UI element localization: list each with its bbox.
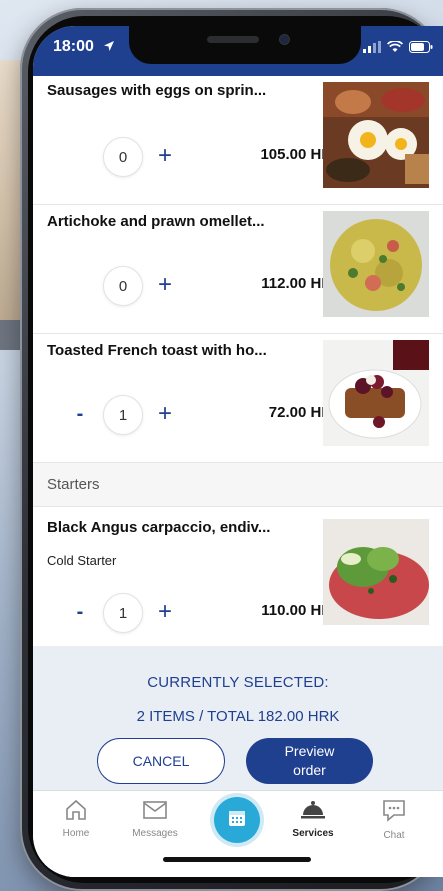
front-camera: [279, 34, 290, 45]
selection-summary: CURRENTLY SELECTED: 2 ITEMS / TOTAL 182.…: [33, 646, 443, 790]
menu-list[interactable]: Sausages with eggs on sprin... 0 + 105.0…: [33, 76, 443, 685]
increase-button[interactable]: +: [154, 400, 176, 428]
menu-item-name: Artichoke and prawn omellet...: [47, 213, 265, 230]
status-bar: 18:00: [33, 26, 443, 76]
tab-bar: Home Messages Services Chat: [33, 790, 443, 877]
quantity-stepper: 0 + 105.00 HRK: [73, 137, 343, 177]
quantity-stepper: 0 + 112.00 HRK: [73, 266, 343, 306]
signal-icon: [363, 40, 381, 58]
app-screen: 18:00 Sausages with eggs on sprin... 0 +…: [33, 26, 443, 877]
tab-label: Services: [292, 828, 334, 839]
menu-item-category: Cold Starter: [47, 553, 117, 568]
quantity-value[interactable]: 0: [103, 137, 143, 177]
location-arrow-icon: [103, 39, 115, 57]
menu-item[interactable]: Black Angus carpaccio, endiv... Cold Sta…: [33, 507, 443, 655]
increase-button[interactable]: +: [154, 598, 176, 626]
cloche-icon: [300, 801, 326, 825]
home-indicator: [163, 857, 311, 862]
quantity-stepper: - 1 + 72.00 HRK: [73, 395, 343, 435]
menu-item[interactable]: Sausages with eggs on sprin... 0 + 105.0…: [33, 76, 443, 205]
tab-label: Messages: [132, 828, 178, 839]
tab-messages[interactable]: Messages: [125, 799, 185, 839]
increase-button[interactable]: +: [154, 271, 176, 299]
quantity-value[interactable]: 1: [103, 593, 143, 633]
decrease-button[interactable]: -: [73, 403, 87, 426]
selection-title: CURRENTLY SELECTED:: [147, 674, 329, 691]
breakfast-plate-photo: [323, 82, 429, 188]
omelette-photo: [323, 211, 429, 317]
wifi-icon: [386, 40, 404, 58]
preview-order-button[interactable]: Preview order: [246, 738, 373, 784]
menu-item-name: Sausages with eggs on sprin...: [47, 82, 267, 99]
quantity-value[interactable]: 1: [103, 395, 143, 435]
carpaccio-photo: [323, 519, 429, 625]
section-header: Starters: [33, 463, 443, 507]
menu-item-name: Toasted French toast with ho...: [47, 342, 267, 359]
tab-home[interactable]: Home: [46, 799, 106, 839]
status-time: 18:00: [53, 38, 94, 55]
speaker-grille: [207, 36, 259, 43]
phone-notch: [129, 26, 361, 64]
quantity-stepper: - 1 + 110.00 HRK: [73, 593, 343, 633]
envelope-icon: [142, 801, 168, 825]
tab-calendar[interactable]: [214, 797, 260, 843]
tab-label: Home: [62, 828, 90, 839]
battery-icon: [409, 40, 433, 58]
tab-label: Chat: [383, 830, 405, 841]
tab-chat[interactable]: Chat: [364, 799, 424, 841]
menu-item[interactable]: Toasted French toast with ho... - 1 + 72…: [33, 334, 443, 463]
calendar-icon: [227, 808, 247, 833]
menu-item-name: Black Angus carpaccio, endiv...: [47, 519, 271, 536]
chat-bubble-icon: [381, 800, 407, 827]
tab-services[interactable]: Services: [283, 799, 343, 839]
decrease-button[interactable]: -: [73, 601, 87, 624]
quantity-value[interactable]: 0: [103, 266, 143, 306]
selection-total: 2 ITEMS / TOTAL 182.00 HRK: [136, 708, 340, 725]
section-label: Starters: [47, 476, 100, 493]
cancel-button[interactable]: CANCEL: [97, 738, 225, 784]
preview-order-label: Preview order: [284, 743, 335, 778]
french-toast-photo: [323, 340, 429, 446]
increase-button[interactable]: +: [154, 142, 176, 170]
home-icon: [64, 799, 88, 825]
menu-item[interactable]: Artichoke and prawn omellet... 0 + 112.0…: [33, 205, 443, 334]
